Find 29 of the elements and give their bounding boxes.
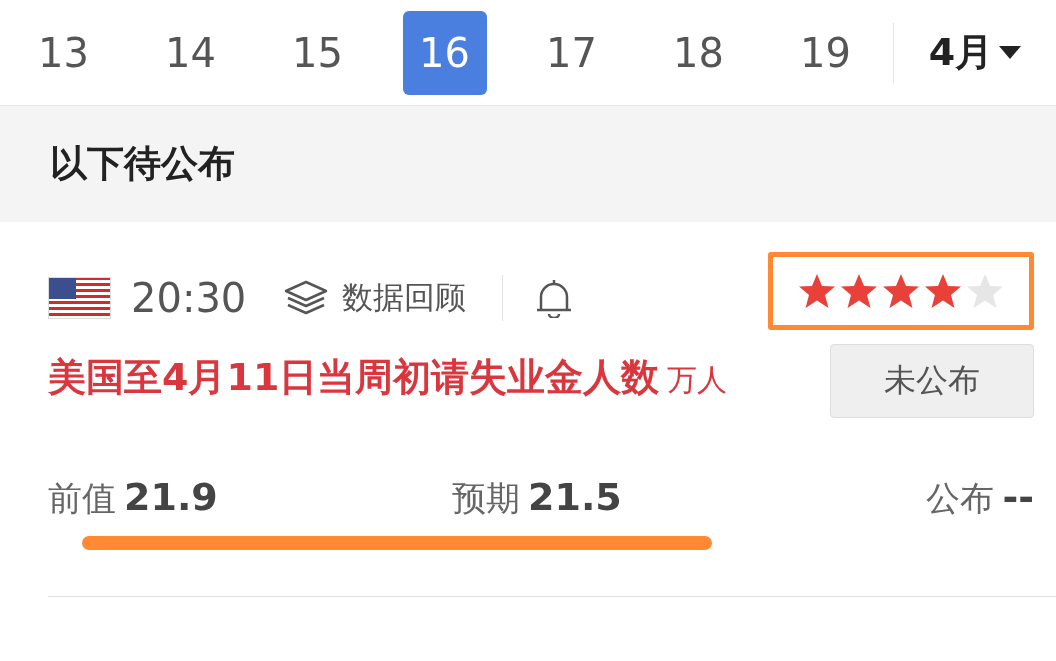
event-title: 美国至4月11日当周初请失业金人数 <box>48 355 660 399</box>
date-tab[interactable]: 17 <box>529 10 614 95</box>
status-button[interactable]: 未公布 <box>830 344 1034 418</box>
bell-icon[interactable] <box>535 278 574 318</box>
star-icon <box>882 273 920 309</box>
month-selector[interactable]: 4月 <box>928 27 994 78</box>
section-title: 以下待公布 <box>50 141 235 187</box>
date-tab[interactable]: 16 <box>402 10 487 95</box>
event-time: 20:30 <box>131 275 247 321</box>
star-icon <box>840 273 878 309</box>
stat-value: -- <box>1002 474 1034 519</box>
caret-icon <box>999 45 1022 60</box>
star-icon <box>966 273 1004 309</box>
stat-value: 21.5 <box>528 474 622 519</box>
stat-value: 21.9 <box>124 474 218 519</box>
flag-icon <box>48 277 111 319</box>
date-tab[interactable]: 15 <box>275 10 360 95</box>
date-tab[interactable]: 18 <box>656 10 741 95</box>
stat-label: 前值 <box>48 476 116 520</box>
date-tab[interactable]: 13 <box>21 10 106 95</box>
star-icon <box>924 273 962 309</box>
data-review-link[interactable]: 数据回顾 <box>342 277 467 319</box>
date-tab[interactable]: 19 <box>783 10 868 95</box>
stat-label: 预期 <box>452 476 520 520</box>
unit-label: 万人 <box>667 362 728 397</box>
star-icon <box>798 273 836 309</box>
stat-label: 公布 <box>926 476 995 520</box>
date-tab[interactable]: 14 <box>148 10 233 95</box>
layers-icon[interactable] <box>284 280 329 316</box>
